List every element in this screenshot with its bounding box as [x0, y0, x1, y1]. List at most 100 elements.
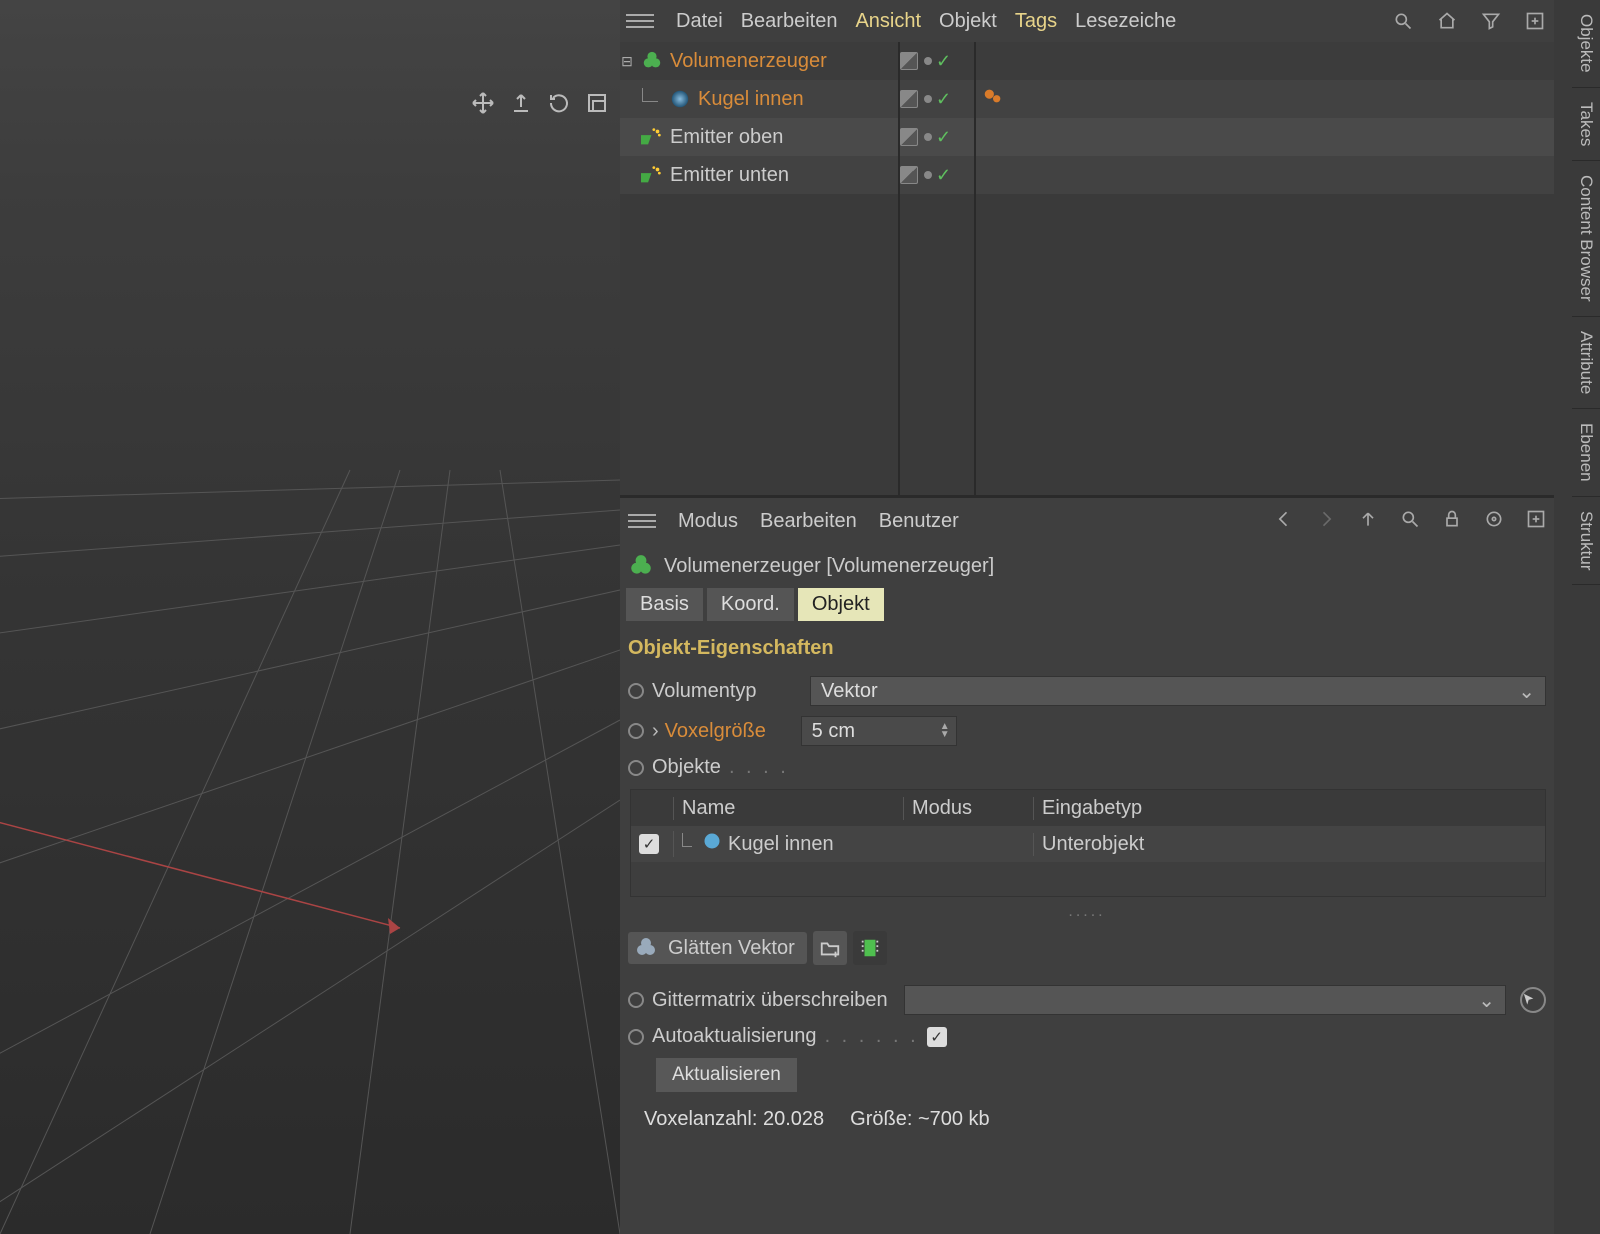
prop-label: Gittermatrix überschreiben: [652, 989, 888, 1012]
col-mode[interactable]: Modus: [903, 797, 1033, 820]
filmstrip-icon[interactable]: [853, 931, 887, 965]
tree-extra-tags[interactable]: [976, 118, 1554, 156]
search-icon[interactable]: [1400, 509, 1420, 534]
menu-view[interactable]: Ansicht: [855, 10, 921, 33]
hamburger-icon[interactable]: [626, 14, 654, 28]
voxelgroesse-input[interactable]: 5 cm ▲▼: [801, 716, 957, 746]
layer-tag-icon[interactable]: [900, 52, 918, 70]
table-row[interactable]: ✓ Kugel innen Unterobjekt: [631, 826, 1545, 862]
dynamics-tag-icon[interactable]: [982, 85, 1004, 113]
enabled-check-icon[interactable]: ✓: [936, 89, 951, 110]
tab-basis[interactable]: Basis: [626, 588, 703, 621]
tree-item-kugel-innen[interactable]: Kugel innen: [620, 80, 898, 118]
col-name[interactable]: Name: [673, 797, 903, 820]
menu-mode[interactable]: Modus: [678, 510, 738, 533]
tree-item-label[interactable]: Volumenerzeuger: [670, 50, 827, 73]
tab-koord[interactable]: Koord.: [707, 588, 794, 621]
tree-tags-row[interactable]: ✓: [900, 156, 974, 194]
autoaktualisierung-checkbox[interactable]: ✓: [927, 1027, 947, 1047]
tree-item-emitter-oben[interactable]: · Emitter oben: [620, 118, 898, 156]
home-icon[interactable]: [1434, 8, 1460, 34]
add-icon[interactable]: [1526, 509, 1546, 534]
tree-tags-row[interactable]: ✓: [900, 80, 974, 118]
anim-dot-icon[interactable]: [628, 992, 644, 1008]
anim-dot-icon[interactable]: [628, 1029, 644, 1045]
spinner-icon[interactable]: ▲▼: [940, 723, 950, 739]
prop-objekte: Objekte . . . .: [628, 756, 1546, 779]
menu-bookmarks[interactable]: Lesezeiche: [1075, 10, 1176, 33]
enabled-check-icon[interactable]: ✓: [936, 51, 951, 72]
menu-edit[interactable]: Bearbeiten: [760, 510, 857, 533]
drag-handle-icon[interactable]: .....: [628, 903, 1546, 921]
add-folder-icon[interactable]: [813, 931, 847, 965]
move-tool-icon[interactable]: [468, 88, 498, 118]
visibility-dot-icon[interactable]: [924, 133, 932, 141]
sidetab-objekte[interactable]: Objekte: [1572, 0, 1600, 88]
tab-objekt[interactable]: Objekt: [798, 588, 884, 621]
viewport-panel[interactable]: [0, 0, 620, 1234]
volumentyp-dropdown[interactable]: Vektor: [810, 676, 1546, 706]
maximize-tool-icon[interactable]: [582, 88, 612, 118]
tree-tags-row[interactable]: ✓: [900, 118, 974, 156]
menu-edit[interactable]: Bearbeiten: [741, 10, 838, 33]
emitter-icon: [640, 125, 664, 149]
visibility-dot-icon[interactable]: [924, 171, 932, 179]
aktualisieren-button[interactable]: Aktualisieren: [656, 1058, 797, 1092]
up-icon[interactable]: [1358, 509, 1378, 534]
tree-extra-tags[interactable]: [976, 42, 1554, 80]
tree-extra-tags[interactable]: [976, 156, 1554, 194]
lift-tool-icon[interactable]: [506, 88, 536, 118]
visibility-dot-icon[interactable]: [924, 95, 932, 103]
rotate-tool-icon[interactable]: [544, 88, 574, 118]
tree-item-label[interactable]: Emitter unten: [670, 164, 789, 187]
tree-item-volumenerzeuger[interactable]: ⊟ Volumenerzeuger: [620, 42, 898, 80]
sidetab-takes[interactable]: Takes: [1572, 88, 1600, 161]
smooth-vector-pill[interactable]: Glätten Vektor: [628, 932, 807, 964]
picker-icon[interactable]: [1520, 987, 1546, 1013]
sidetab-content-browser[interactable]: Content Browser: [1572, 161, 1600, 317]
visibility-dot-icon[interactable]: [924, 57, 932, 65]
tree-item-label[interactable]: Emitter oben: [670, 126, 783, 149]
back-icon[interactable]: [1274, 509, 1294, 534]
stats-row: Voxelanzahl: 20.028 Größe: ~700 kb: [628, 1102, 1546, 1137]
anim-dot-icon[interactable]: [628, 683, 644, 699]
layer-tag-icon[interactable]: [900, 166, 918, 184]
anim-dot-icon[interactable]: [628, 723, 644, 739]
table-empty-row[interactable]: [631, 862, 1545, 896]
sidetab-struktur[interactable]: Struktur: [1572, 497, 1600, 586]
tree-item-label[interactable]: Kugel innen: [698, 88, 804, 111]
col-eingabetyp[interactable]: Eingabetyp: [1033, 797, 1503, 820]
size-stat: Größe: ~700 kb: [850, 1108, 990, 1131]
forward-icon[interactable]: [1316, 509, 1336, 534]
tree-extra-tags[interactable]: [976, 80, 1554, 118]
filter-icon[interactable]: [1478, 8, 1504, 34]
viewport-grid: [0, 0, 620, 1234]
menu-object[interactable]: Objekt: [939, 10, 997, 33]
tree-item-emitter-unten[interactable]: · Emitter unten: [620, 156, 898, 194]
menu-tags[interactable]: Tags: [1015, 10, 1057, 33]
gittermatrix-dropdown[interactable]: [904, 985, 1506, 1015]
row-checkbox[interactable]: ✓: [639, 834, 659, 854]
attribute-title-row: Volumenerzeuger [Volumenerzeuger]: [620, 544, 1554, 588]
pill-label: Glätten Vektor: [668, 937, 795, 960]
chevron-right-icon[interactable]: ›: [652, 720, 659, 743]
lock-icon[interactable]: [1442, 509, 1462, 534]
sidetab-ebenen[interactable]: Ebenen: [1572, 409, 1600, 497]
input-value: 5 cm: [812, 720, 855, 743]
layer-tag-icon[interactable]: [900, 128, 918, 146]
anim-dot-icon[interactable]: [628, 760, 644, 776]
menu-file[interactable]: Datei: [676, 10, 723, 33]
collapse-icon[interactable]: ⊟: [620, 53, 634, 70]
enabled-check-icon[interactable]: ✓: [936, 127, 951, 148]
dotted-leader: . . . .: [729, 756, 789, 779]
menu-user[interactable]: Benutzer: [879, 510, 959, 533]
sidetab-attribute[interactable]: Attribute: [1572, 317, 1600, 409]
target-icon[interactable]: [1484, 509, 1504, 534]
add-icon[interactable]: [1522, 8, 1548, 34]
object-tree[interactable]: ⊟ Volumenerzeuger Kugel innen ·: [620, 42, 1554, 495]
tree-tags-row[interactable]: ✓: [900, 42, 974, 80]
enabled-check-icon[interactable]: ✓: [936, 165, 951, 186]
search-icon[interactable]: [1390, 8, 1416, 34]
hamburger-icon[interactable]: [628, 514, 656, 528]
layer-tag-icon[interactable]: [900, 90, 918, 108]
